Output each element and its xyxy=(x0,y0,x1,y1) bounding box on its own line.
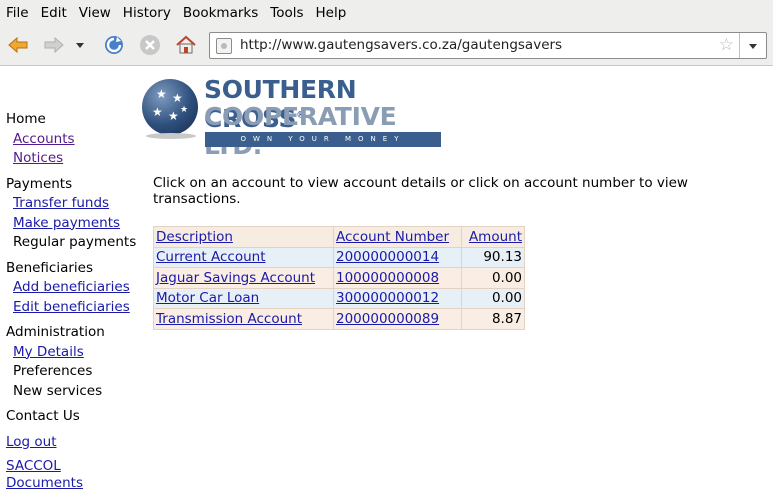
url-dropdown-button[interactable] xyxy=(739,33,766,58)
stop-icon xyxy=(140,35,160,55)
nav-link-edit-beneficiaries[interactable]: Edit beneficiaries xyxy=(13,298,146,318)
nav-item-new-services: New services xyxy=(13,382,103,399)
nav-heading-home: Home xyxy=(6,111,46,127)
nav-item-contact-us: Contact Us xyxy=(6,408,80,424)
table-row: Transmission Account 200000000089 8.87 xyxy=(153,308,525,330)
col-header-amount[interactable]: Amount xyxy=(461,226,525,248)
logo-line2: COOPERATIVE LTD. xyxy=(204,102,397,160)
col-header-description[interactable]: Description xyxy=(153,226,334,248)
account-description-link[interactable]: Current Account xyxy=(156,249,266,265)
account-number-link[interactable]: 200000000014 xyxy=(336,249,439,265)
site-identity-icon[interactable] xyxy=(216,38,232,54)
company-logo: ★ ★ ★ ★ ★ SOUTHERN CROSS® COOPERATIVE LT… xyxy=(142,75,452,160)
menu-history[interactable]: History xyxy=(123,5,171,21)
menu-bookmarks[interactable]: Bookmarks xyxy=(183,5,258,21)
intro-text: Click on an account to view account deta… xyxy=(153,175,688,207)
back-button[interactable] xyxy=(5,33,31,57)
account-description-link[interactable]: Jaguar Savings Account xyxy=(156,270,315,286)
bookmark-star-icon[interactable]: ☆ xyxy=(719,35,734,55)
southern-cross-emblem-icon: ★ ★ ★ ★ ★ xyxy=(142,79,198,139)
home-icon xyxy=(176,35,196,54)
nav-item-preferences: Preferences xyxy=(13,363,93,379)
nav-link-make-payments[interactable]: Make payments xyxy=(13,214,146,234)
menu-bar: File Edit View History Bookmarks Tools H… xyxy=(0,0,773,25)
nav-heading-payments: Payments xyxy=(6,175,73,192)
stop-button[interactable] xyxy=(137,33,163,57)
account-amount: 90.13 xyxy=(461,246,525,268)
nav-heading-administration: Administration xyxy=(6,324,105,340)
logo-tagline: OWN YOUR MONEY xyxy=(205,132,441,147)
account-number-link[interactable]: 300000000012 xyxy=(336,290,439,306)
account-amount: 0.00 xyxy=(461,287,525,309)
nav-link-accounts[interactable]: Accounts xyxy=(13,130,146,150)
chevron-down-icon xyxy=(76,43,84,48)
reload-icon xyxy=(105,36,123,54)
chevron-down-icon xyxy=(749,43,757,49)
navigation-toolbar: http://www.gautengsavers.co.za/gautengsa… xyxy=(0,25,773,66)
nav-heading-beneficiaries: Beneficiaries xyxy=(6,259,94,276)
forward-button[interactable] xyxy=(41,33,67,57)
url-bar[interactable]: http://www.gautengsavers.co.za/gautengsa… xyxy=(209,32,767,59)
table-row: Motor Car Loan 300000000012 0.00 xyxy=(153,287,525,309)
menu-help[interactable]: Help xyxy=(316,5,347,21)
home-button[interactable] xyxy=(173,33,199,57)
menu-tools[interactable]: Tools xyxy=(270,5,303,21)
accounts-table: Description Account Number Amount Curren… xyxy=(153,226,525,330)
nav-link-add-beneficiaries[interactable]: Add beneficiaries xyxy=(13,278,146,298)
table-header-row: Description Account Number Amount xyxy=(153,226,525,248)
nav-link-transfer-funds[interactable]: Transfer funds xyxy=(13,194,146,214)
menu-file[interactable]: File xyxy=(6,5,29,21)
menu-view[interactable]: View xyxy=(79,5,111,21)
account-description-link[interactable]: Motor Car Loan xyxy=(156,290,259,306)
table-row: Current Account 200000000014 90.13 xyxy=(153,246,525,268)
nav-link-my-details[interactable]: My Details xyxy=(13,343,146,363)
back-arrow-icon xyxy=(8,36,28,54)
reload-button[interactable] xyxy=(101,33,127,57)
account-description-link[interactable]: Transmission Account xyxy=(156,311,302,327)
account-amount: 8.87 xyxy=(461,308,525,330)
account-amount: 0.00 xyxy=(461,267,525,289)
url-text[interactable]: http://www.gautengsavers.co.za/gautengsa… xyxy=(240,37,562,53)
col-header-account-number[interactable]: Account Number xyxy=(333,226,462,248)
account-number-link[interactable]: 200000000089 xyxy=(336,311,439,327)
nav-link-saccol-documents[interactable]: SACCOL Documents xyxy=(6,458,146,492)
nav-link-log-out[interactable]: Log out xyxy=(6,433,146,453)
history-dropdown-button[interactable] xyxy=(72,33,88,57)
nav-item-regular-payments: Regular payments xyxy=(13,234,137,250)
menu-edit[interactable]: Edit xyxy=(41,5,67,21)
sidebar-nav: Home Accounts Notices Payments Transfer … xyxy=(6,110,146,492)
table-row: Jaguar Savings Account 100000000008 0.00 xyxy=(153,267,525,289)
account-number-link[interactable]: 100000000008 xyxy=(336,270,439,286)
nav-link-notices[interactable]: Notices xyxy=(13,149,146,169)
forward-arrow-icon xyxy=(44,36,64,54)
